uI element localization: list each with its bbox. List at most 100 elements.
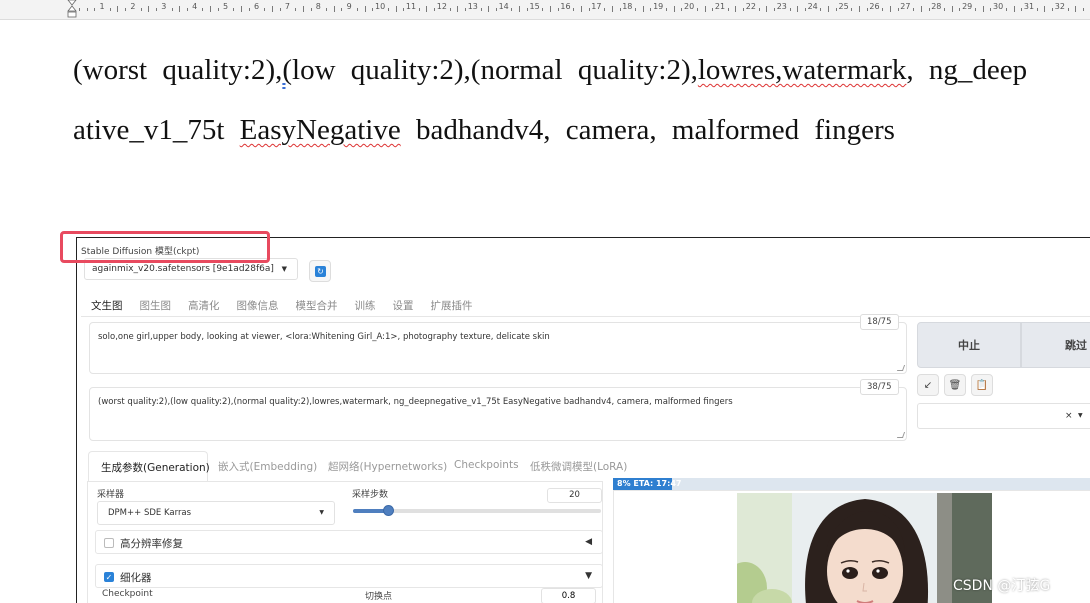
ruler-tick: [959, 8, 961, 11]
horizontal-ruler[interactable]: 1 2 3 4 5 6 7 8 9 10 11 12 13 14 15 16 17 18 19 20 21 22 23 24 2…: [0, 0, 1090, 20]
ruler-tick: [248, 8, 250, 11]
negative-prompt-input[interactable]: (worst quality:2),(low quality:2),(norma…: [89, 387, 907, 441]
steps-slider[interactable]: [353, 505, 601, 516]
arrow-icon: ↙: [923, 379, 933, 391]
apply-arrow-button[interactable]: ↙: [917, 374, 939, 396]
tab-1[interactable]: 图生图: [140, 298, 172, 313]
trash-button[interactable]: 🗑: [944, 374, 966, 396]
ruler-tick: [1021, 8, 1023, 11]
styles-select[interactable]: × ▼: [917, 403, 1090, 429]
ruler-tick: [889, 6, 891, 12]
document-line-1[interactable]: (worst quality:2),(low quality:2),(norma…: [73, 54, 1027, 87]
doc-text: , ng_deep: [906, 54, 1028, 86]
doc-text: (worst quality:2),: [73, 54, 283, 86]
switch-point-input[interactable]: 0.8: [541, 588, 596, 603]
subtab-checkpoints[interactable]: Checkpoints: [454, 459, 519, 471]
ruler-tick: [735, 6, 737, 12]
ruler-tick: [186, 8, 188, 11]
ruler-tick: [789, 8, 791, 11]
ruler-tick: [851, 8, 853, 11]
resize-grip-icon[interactable]: [896, 365, 906, 371]
ruler-number: 21: [714, 2, 726, 11]
resize-grip-icon[interactable]: [896, 432, 906, 438]
ruler-number: 5: [223, 2, 229, 11]
ruler-tick: [774, 8, 776, 11]
checkpoint-label: Checkpoint: [102, 589, 153, 599]
doc-text: low quality:2),(normal quality:2),: [292, 54, 698, 86]
prompt-input[interactable]: solo,one girl,upper body, looking at vie…: [89, 322, 907, 374]
ruler-number: 28: [931, 2, 942, 11]
tab-2[interactable]: 高清化: [188, 298, 220, 313]
ruler-tick: [1075, 6, 1077, 12]
embedded-webui-screenshot[interactable]: Stable Diffusion 模型(ckpt) againmix_v20.s…: [76, 237, 1090, 603]
ruler-tick: [828, 6, 830, 12]
stop-button[interactable]: 中止: [917, 322, 1021, 368]
tab-4[interactable]: 模型合并: [296, 298, 338, 313]
hires-checkbox[interactable]: [104, 538, 114, 548]
ruler-tick: [364, 6, 366, 12]
subtab-lora[interactable]: 低秩微调模型(LoRA): [530, 459, 627, 474]
ruler-tick: [241, 6, 243, 12]
tab-7[interactable]: 扩展插件: [431, 298, 473, 313]
model-value: againmix_v20.safetensors [9e1ad28f6a]: [92, 264, 274, 274]
indent-marker-icon[interactable]: [67, 0, 77, 18]
ruler-tick: [920, 6, 922, 12]
chevron-down-icon: ▼: [281, 265, 287, 273]
ruler-number: 27: [900, 2, 911, 11]
ruler-tick: [635, 8, 637, 11]
ruler-tick: [712, 8, 714, 11]
document-line-2[interactable]: ative_v1_75t EasyNegative badhandv4, cam…: [73, 114, 895, 147]
ruler-tick: [580, 6, 582, 12]
csdn-watermark: CSDN @汀弦G: [953, 578, 1051, 594]
ruler-tick: [897, 8, 899, 11]
ruler-number: 14: [498, 2, 509, 11]
ruler-tick: [372, 8, 374, 11]
refiner-checkbox[interactable]: ✓: [104, 572, 114, 582]
subtab-generation[interactable]: 生成参数(Generation): [88, 451, 210, 481]
subtab-hypernetworks[interactable]: 超网络(Hypernetworks): [328, 459, 447, 474]
sub-tabs: 生成参数(Generation) 嵌入式(Embedding) 超网络(Hype…: [88, 451, 627, 481]
ruler-number: 31: [1023, 2, 1035, 11]
ruler-tick: [1013, 6, 1015, 12]
refiner-accordion[interactable]: ✓ 细化器 ▼: [95, 564, 603, 588]
ruler-tick: [125, 8, 127, 11]
ruler-tick: [449, 8, 451, 11]
refresh-model-button[interactable]: ↻: [309, 260, 331, 282]
tab-3[interactable]: 图像信息: [237, 298, 279, 313]
steps-slider-handle[interactable]: [382, 505, 394, 516]
doc-text-spelling-flag: EasyNegative: [239, 114, 401, 146]
ruler-number: 8: [315, 2, 321, 11]
ruler-tick: [704, 6, 706, 12]
ruler-tick: [279, 8, 281, 11]
clear-icon[interactable]: ×: [1065, 411, 1073, 421]
ruler-tick: [302, 6, 304, 12]
doc-text-grammar-flag: (: [282, 54, 293, 86]
ruler-tick: [310, 8, 312, 11]
skip-button[interactable]: 跳过: [1021, 322, 1090, 368]
tab-5[interactable]: 训练: [355, 298, 376, 313]
ruler-number: 15: [529, 2, 540, 11]
ruler-tick: [356, 8, 358, 11]
expand-down-icon[interactable]: ▼: [585, 571, 592, 581]
ruler-number: 16: [560, 2, 571, 11]
ruler-tick: [202, 8, 204, 11]
hires-fix-accordion[interactable]: 高分辨率修复 ◀: [95, 530, 603, 554]
sampler-select[interactable]: DPM++ SDE Karras ▼: [97, 501, 335, 525]
ruler-tick: [179, 6, 181, 12]
subtab-embedding[interactable]: 嵌入式(Embedding): [218, 459, 317, 474]
ruler-number: 2: [130, 2, 136, 11]
tab-6[interactable]: 设置: [393, 298, 414, 313]
ruler-tick: [611, 6, 613, 12]
collapse-left-icon[interactable]: ◀: [585, 537, 592, 547]
sampler-label: 采样器: [97, 490, 125, 500]
ruler-number: 24: [807, 2, 818, 11]
ruler-tick: [1067, 8, 1069, 11]
ruler-tick: [457, 6, 459, 12]
ruler-tick: [1044, 6, 1046, 12]
tabs-divider: [81, 316, 1090, 317]
tab-0[interactable]: 文生图: [91, 298, 123, 313]
ruler-tick: [665, 8, 667, 11]
ruler-tick: [511, 8, 513, 11]
steps-input[interactable]: 20: [547, 488, 602, 503]
clipboard-button[interactable]: 📋: [971, 374, 993, 396]
